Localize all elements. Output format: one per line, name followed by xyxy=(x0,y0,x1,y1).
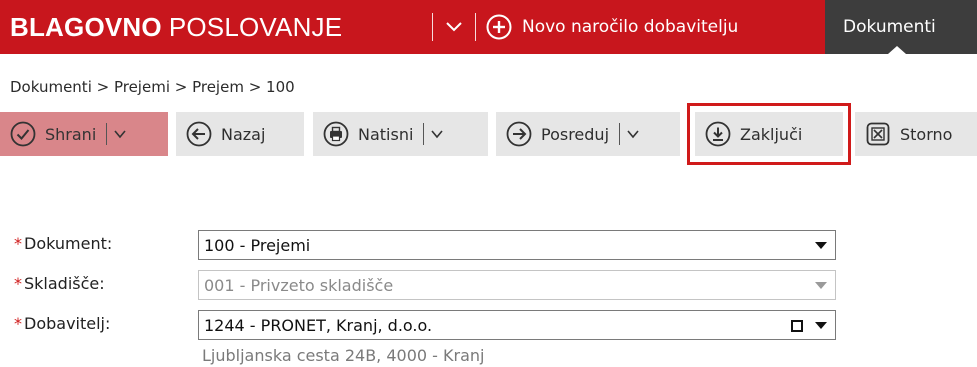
supplier-address: Ljubljanska cesta 24B, 4000 - Kranj xyxy=(202,346,485,365)
arrow-right-circle-icon xyxy=(506,121,532,147)
arrow-left-circle-icon xyxy=(186,121,212,147)
forward-label: Posreduj xyxy=(541,124,610,144)
chevron-down-icon[interactable] xyxy=(430,127,444,141)
save-label: Shrani xyxy=(45,124,97,144)
plus-circle-icon xyxy=(486,14,512,40)
document-label-text: Dokument: xyxy=(24,234,113,253)
header-divider xyxy=(475,13,476,41)
caret-down-icon[interactable] xyxy=(815,242,827,249)
warehouse-select: 001 - Privzeto skladišče xyxy=(198,270,836,300)
supplier-select[interactable]: 1244 - PRONET, Kranj, d.o.o. xyxy=(198,310,836,340)
form-row-supplier: * Dobavitelj: 1244 - PRONET, Kranj, d.o.o… xyxy=(0,310,977,340)
app-title-bold: BLAGOVNO xyxy=(10,11,162,42)
new-order-label: Novo naročilo dobavitelju xyxy=(522,17,739,37)
app-title-rest: POSLOVANJE xyxy=(168,11,343,42)
document-value: 100 - Prejemi xyxy=(204,235,311,255)
app-menu-chevron-icon[interactable] xyxy=(441,14,467,40)
forward-button[interactable]: Posreduj xyxy=(496,112,680,156)
chevron-down-icon[interactable] xyxy=(113,127,127,141)
warehouse-label: * Skladišče: xyxy=(14,274,105,293)
app-header: BLAGOVNO POSLOVANJE Novo naročilo dobavi… xyxy=(0,0,977,54)
supplier-label-text: Dobavitelj: xyxy=(24,314,111,333)
button-divider xyxy=(423,123,425,145)
form-row-document: * Dokument: 100 - Prejemi xyxy=(0,230,977,260)
document-select[interactable]: 100 - Prejemi xyxy=(198,230,836,260)
caret-down-icon xyxy=(815,282,827,289)
button-divider xyxy=(619,123,621,145)
warehouse-value: 001 - Privzeto skladišče xyxy=(204,275,394,295)
conclude-highlight-frame xyxy=(687,103,851,165)
back-button[interactable]: Nazaj xyxy=(176,112,304,156)
tab-documents-label: Dokumenti xyxy=(843,17,936,37)
header-divider xyxy=(432,13,433,41)
breadcrumb[interactable]: Dokumenti > Prejemi > Prejem > 100 xyxy=(10,78,295,96)
required-mark: * xyxy=(14,274,22,293)
x-square-icon xyxy=(866,122,890,146)
supplier-label: * Dobavitelj: xyxy=(14,314,110,333)
print-button[interactable]: Natisni xyxy=(313,112,488,156)
required-mark: * xyxy=(14,314,22,333)
print-label: Natisni xyxy=(358,124,414,144)
caret-down-icon[interactable] xyxy=(815,322,827,329)
cancel-label: Storno xyxy=(900,124,953,144)
square-icon[interactable] xyxy=(791,320,803,332)
save-button[interactable]: Shrani xyxy=(0,112,168,156)
cancel-button[interactable]: Storno xyxy=(855,112,977,156)
required-mark: * xyxy=(14,234,22,253)
chevron-down-icon[interactable] xyxy=(626,127,640,141)
check-circle-icon xyxy=(10,121,36,147)
active-tab-indicator xyxy=(888,46,906,54)
back-label: Nazaj xyxy=(221,124,266,144)
new-order-button[interactable]: Novo naročilo dobavitelju xyxy=(486,12,738,42)
printer-circle-icon xyxy=(323,121,349,147)
button-divider xyxy=(106,123,108,145)
supplier-value: 1244 - PRONET, Kranj, d.o.o. xyxy=(204,315,433,335)
app-title[interactable]: BLAGOVNO POSLOVANJE xyxy=(10,11,342,43)
document-label: * Dokument: xyxy=(14,234,112,253)
warehouse-label-text: Skladišče: xyxy=(24,274,105,293)
form-row-warehouse: * Skladišče: 001 - Privzeto skladišče xyxy=(0,270,977,300)
